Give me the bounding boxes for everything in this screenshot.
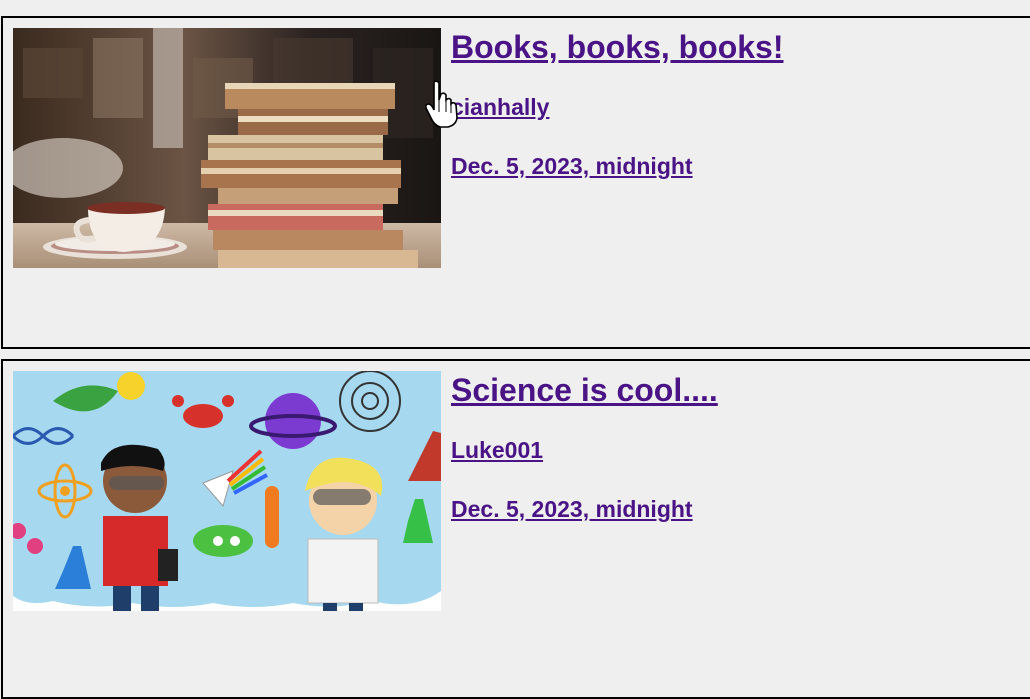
post-date-link[interactable]: Dec. 5, 2023, midnight — [451, 495, 718, 523]
post-thumbnail-science[interactable] — [13, 371, 441, 611]
books-image — [13, 28, 441, 268]
post-title-link[interactable]: Books, books, books! — [451, 28, 783, 66]
science-image — [13, 371, 441, 611]
post-author-link[interactable]: cianhally — [451, 93, 783, 121]
post-info-2: Science is cool.... Luke001 Dec. 5, 2023… — [451, 371, 718, 523]
post-card-1: Books, books, books! cianhally Dec. 5, 2… — [1, 16, 1030, 349]
post-card-2: Science is cool.... Luke001 Dec. 5, 2023… — [1, 359, 1030, 699]
post-title-link[interactable]: Science is cool.... — [451, 371, 718, 409]
post-thumbnail-books[interactable] — [13, 28, 441, 268]
post-info-1: Books, books, books! cianhally Dec. 5, 2… — [451, 28, 783, 180]
post-date-link[interactable]: Dec. 5, 2023, midnight — [451, 152, 783, 180]
post-author-link[interactable]: Luke001 — [451, 436, 718, 464]
